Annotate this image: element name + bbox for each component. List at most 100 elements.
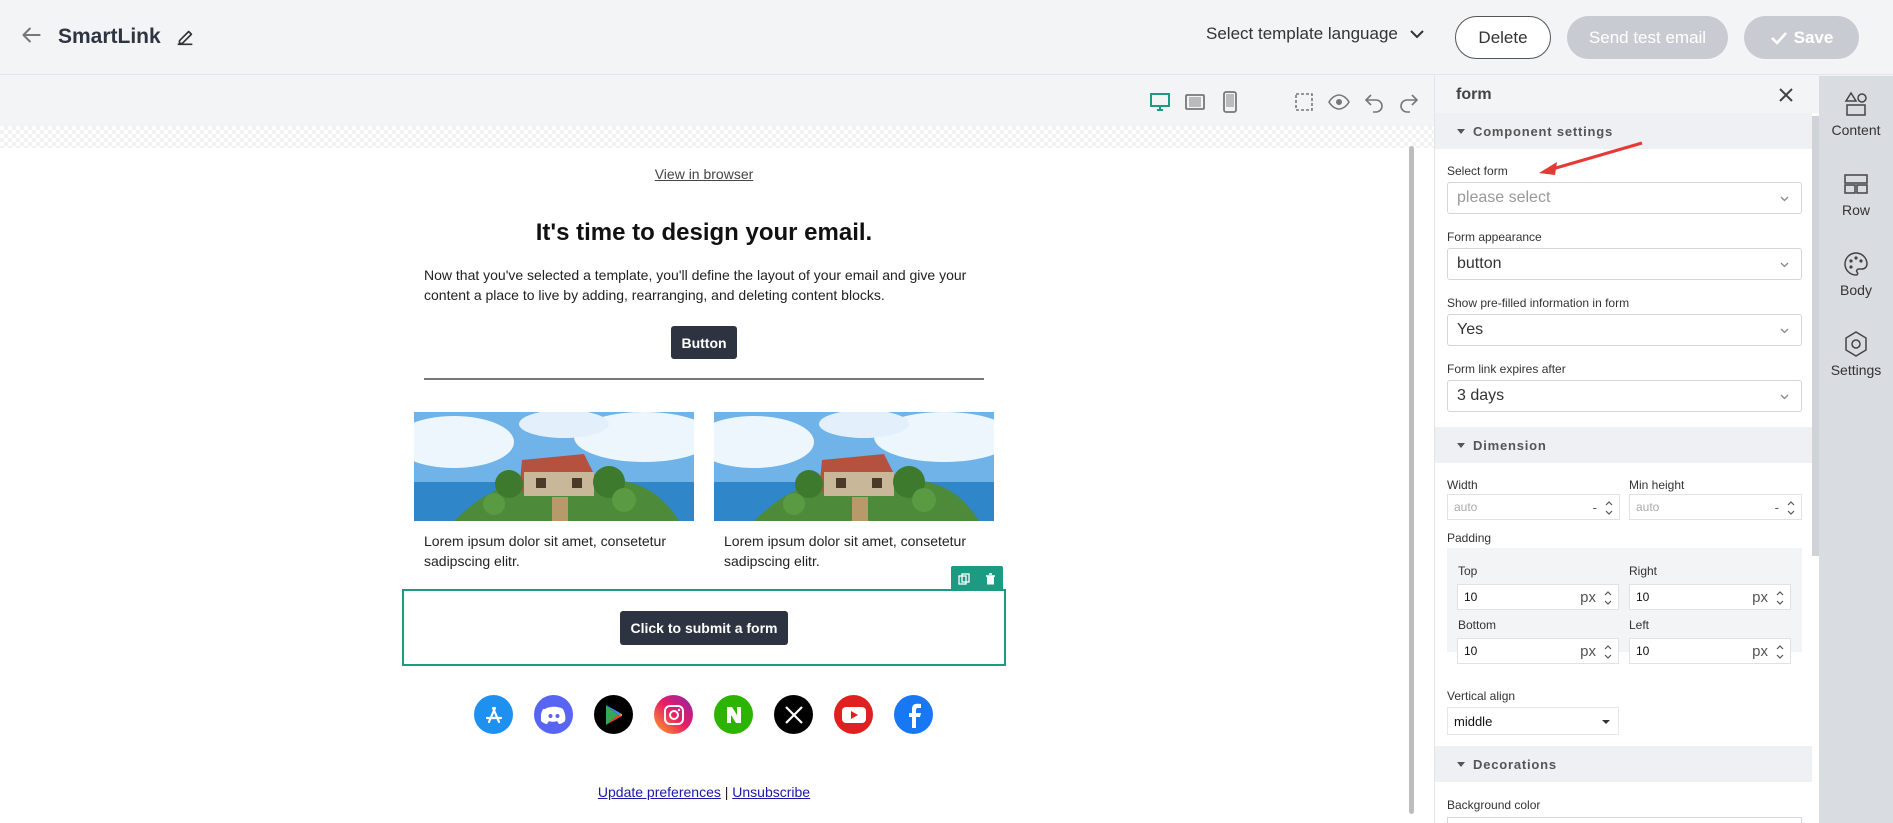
view-in-browser-link[interactable]: View in browser	[404, 166, 1004, 182]
image-caption[interactable]: Lorem ipsum dolor sit amet, consetetur s…	[724, 531, 989, 571]
spinner-icon[interactable]	[1776, 589, 1784, 607]
panel-title: form	[1456, 86, 1492, 103]
undo-icon[interactable]	[1362, 90, 1386, 114]
dimension-section[interactable]: Dimension	[1435, 427, 1812, 463]
top-label: Top	[1458, 564, 1478, 578]
expires-dropdown[interactable]: 3 days	[1447, 380, 1802, 412]
min-height-dash: -	[1774, 499, 1779, 515]
spinner-icon[interactable]	[1604, 643, 1612, 661]
email-divider[interactable]	[424, 378, 984, 380]
rail-body[interactable]: Body	[1819, 250, 1893, 316]
spinner-icon[interactable]	[1604, 589, 1612, 607]
email-canvas: View in browser It's time to design your…	[0, 126, 1434, 823]
unit-label: px	[1752, 642, 1768, 660]
prefilled-dropdown[interactable]: Yes	[1447, 314, 1802, 346]
unit-label: px	[1752, 588, 1768, 606]
vertical-align-value: middle	[1454, 713, 1493, 729]
check-icon	[1770, 31, 1787, 45]
vertical-align-select[interactable]: middle	[1447, 707, 1619, 735]
padding-left-input[interactable]: 10 px	[1629, 638, 1791, 664]
shapes-icon	[1844, 91, 1867, 116]
section-title: Dimension	[1473, 437, 1547, 453]
select-form-label: Select form	[1447, 164, 1508, 178]
padding-label: Padding	[1447, 531, 1492, 545]
decorations-section[interactable]: Decorations	[1435, 746, 1812, 782]
desktop-view-icon[interactable]	[1148, 90, 1172, 114]
x-icon[interactable]	[774, 695, 813, 734]
canvas-scrollbar[interactable]	[1409, 146, 1414, 814]
caret-down-icon	[1457, 442, 1465, 448]
submit-form-button[interactable]: Click to submit a form	[620, 611, 788, 645]
caret-down-icon	[1602, 720, 1610, 724]
select-form-dropdown[interactable]: please select	[1447, 182, 1802, 214]
cottage-image[interactable]	[414, 412, 694, 521]
chevron-down-icon	[1410, 30, 1424, 39]
tablet-view-icon[interactable]	[1183, 90, 1207, 114]
padding-right-value: 10	[1636, 590, 1650, 604]
hexagon-settings-icon	[1845, 331, 1867, 357]
padding-top-value: 10	[1464, 590, 1478, 604]
email-heading[interactable]: It's time to design your email.	[404, 219, 1004, 247]
back-arrow-icon[interactable]	[18, 22, 44, 48]
update-preferences-link[interactable]: Update preferences	[598, 784, 721, 800]
width-input[interactable]: auto -	[1447, 494, 1620, 520]
palette-icon	[1844, 252, 1868, 276]
email-button[interactable]: Button	[671, 326, 737, 359]
save-label: Save	[1793, 27, 1834, 47]
annotation-arrow-icon	[1539, 141, 1643, 175]
width-label: Width	[1447, 478, 1478, 492]
spinner-icon[interactable]	[1605, 499, 1613, 517]
trash-icon[interactable]	[977, 566, 1003, 591]
padding-left-value: 10	[1636, 644, 1650, 658]
padding-top-input[interactable]: 10 px	[1457, 584, 1619, 610]
email-body-text[interactable]: Now that you've selected a template, you…	[424, 265, 984, 305]
rail-settings-label: Settings	[1830, 362, 1882, 378]
instagram-icon[interactable]	[654, 695, 693, 734]
chevron-down-icon	[1780, 262, 1789, 268]
form-appearance-dropdown[interactable]: button	[1447, 248, 1802, 280]
spinner-icon[interactable]	[1787, 499, 1795, 517]
image-caption[interactable]: Lorem ipsum dolor sit amet, consetetur s…	[424, 531, 689, 571]
send-test-email-button[interactable]: Send test email	[1567, 16, 1728, 59]
facebook-icon[interactable]	[894, 695, 933, 734]
prefilled-label: Show pre-filled information in form	[1447, 296, 1630, 310]
cottage-image[interactable]	[714, 412, 994, 521]
cottage-illustration	[414, 412, 694, 521]
duplicate-icon[interactable]	[951, 566, 977, 591]
save-button[interactable]: Save	[1744, 16, 1859, 59]
unsubscribe-link[interactable]: Unsubscribe	[732, 784, 810, 800]
background-color-picker[interactable]	[1447, 817, 1802, 823]
canvas-toolbar	[0, 76, 1434, 126]
naver-icon[interactable]	[714, 695, 753, 734]
footer-links: Update preferences | Unsubscribe	[404, 784, 1004, 800]
min-height-input[interactable]: auto -	[1629, 494, 1802, 520]
redo-icon[interactable]	[1397, 90, 1421, 114]
google-play-icon[interactable]	[594, 695, 633, 734]
close-icon[interactable]	[1777, 86, 1795, 104]
section-title: Component settings	[1473, 123, 1614, 139]
rail-settings[interactable]: Settings	[1819, 330, 1893, 396]
discord-icon[interactable]	[534, 695, 573, 734]
preview-eye-icon[interactable]	[1327, 90, 1351, 114]
edit-icon[interactable]	[174, 26, 196, 48]
padding-bottom-input[interactable]: 10 px	[1457, 638, 1619, 664]
rail-row-label: Row	[1841, 202, 1870, 218]
social-icons-row	[474, 695, 933, 734]
mobile-view-icon[interactable]	[1218, 90, 1242, 114]
template-language-select[interactable]: Select template language	[1206, 24, 1424, 44]
panel-scrollbar[interactable]	[1812, 116, 1819, 556]
caret-down-icon	[1457, 761, 1465, 767]
rail-content[interactable]: Content	[1819, 90, 1893, 156]
youtube-icon[interactable]	[834, 695, 873, 734]
spinner-icon[interactable]	[1776, 643, 1784, 661]
bottom-label: Bottom	[1458, 618, 1497, 632]
delete-button[interactable]: Delete	[1455, 16, 1551, 59]
section-title: Decorations	[1473, 756, 1557, 772]
select-area-icon[interactable]	[1292, 90, 1316, 114]
right-rail: Content Row Body Settings	[1819, 76, 1893, 823]
padding-right-input[interactable]: 10 px	[1629, 584, 1791, 610]
panel-header: form	[1435, 76, 1819, 113]
rail-row[interactable]: Row	[1819, 170, 1893, 236]
left-label: Left	[1629, 618, 1650, 632]
app-store-icon[interactable]	[474, 695, 513, 734]
